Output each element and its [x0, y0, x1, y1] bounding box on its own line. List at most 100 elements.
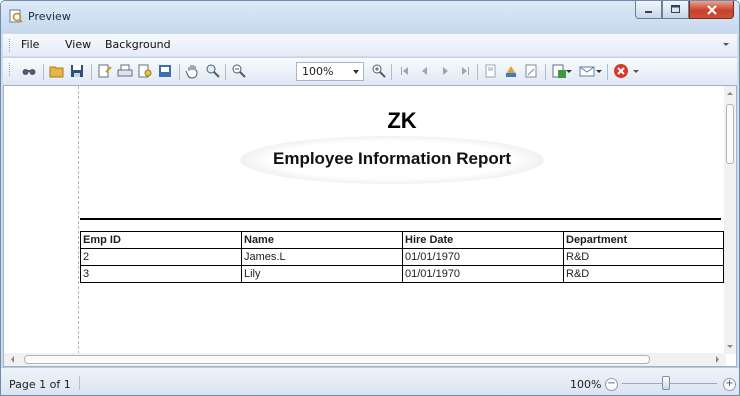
fill-background-button[interactable] [483, 63, 499, 79]
page-setup-button[interactable] [97, 63, 113, 79]
close-icon [706, 4, 717, 15]
export-dropdown[interactable] [565, 63, 573, 79]
status-zoom-value: 100% [570, 378, 602, 391]
chevron-down-icon [566, 70, 572, 73]
horizontal-scroll-thumb[interactable] [24, 355, 650, 364]
last-page-icon [462, 67, 469, 75]
column-header-name: Name [241, 231, 403, 249]
report-title: Employee Information Report [272, 149, 512, 168]
scroll-up-icon[interactable] [724, 88, 736, 98]
document-viewport[interactable]: ZK Employee Information Report Emp ID Na… [3, 85, 737, 367]
send-email-icon [579, 66, 595, 77]
menu-bar: File View Background [3, 34, 737, 56]
preview-window: Preview File View Background 100% ZK Emp… [0, 0, 740, 396]
menu-view[interactable]: View [65, 38, 91, 51]
cell-emp-id: 3 [80, 265, 242, 283]
vertical-scrollbar[interactable] [724, 86, 736, 354]
zoom-out-icon [232, 64, 246, 78]
page-indicator: Page 1 of 1 [9, 378, 71, 391]
print-icon [117, 64, 133, 77]
column-header-emp-id: Emp ID [80, 231, 242, 249]
save-button[interactable] [69, 63, 85, 79]
zoom-value: 100% [302, 65, 334, 78]
cell-hire-date: 01/01/1970 [402, 265, 564, 283]
chevron-down-icon [633, 70, 639, 73]
hand-icon [185, 65, 198, 79]
open-button[interactable] [49, 63, 65, 79]
scroll-left-icon[interactable] [7, 353, 17, 366]
close-window-button[interactable] [689, 1, 734, 19]
table-row: 2 James.L 01/01/1970 R&D [80, 248, 724, 266]
magnifier-icon [206, 64, 220, 78]
close-preview-icon [614, 64, 628, 78]
minimize-button[interactable] [635, 1, 662, 19]
print-preview-button[interactable] [137, 63, 153, 79]
zoom-out-button[interactable] [231, 63, 247, 79]
scroll-down-icon[interactable] [724, 342, 736, 352]
zoom-slider-thumb[interactable] [662, 376, 670, 390]
menu-background[interactable]: Background [105, 38, 171, 51]
next-page-button[interactable] [437, 63, 453, 79]
zoom-select[interactable]: 100% [296, 62, 364, 81]
zoom-in-button[interactable] [371, 63, 387, 79]
first-page-icon [401, 67, 408, 75]
email-dropdown[interactable] [595, 63, 603, 79]
status-separator [79, 376, 80, 390]
previous-page-button[interactable] [417, 63, 433, 79]
save-icon [71, 65, 83, 77]
watermark-icon [506, 66, 516, 77]
export-button[interactable] [157, 63, 173, 79]
maximize-button[interactable] [662, 1, 689, 19]
zoom-out-status-button[interactable]: − [605, 378, 618, 391]
preview-app-icon [9, 9, 23, 23]
cell-name: James.L [241, 248, 403, 266]
zoom-in-icon [372, 64, 386, 78]
menu-file[interactable]: File [21, 38, 39, 51]
vertical-scroll-thumb[interactable] [726, 104, 734, 164]
cell-department: R&D [563, 248, 724, 266]
watermark-button[interactable] [503, 63, 519, 79]
close-preview-button[interactable] [613, 63, 629, 79]
toolbar: 100% [3, 57, 737, 85]
magnifier-button[interactable] [205, 63, 221, 79]
cell-hire-date: 01/01/1970 [402, 248, 564, 266]
status-bar: Page 1 of 1 100% − + [1, 367, 739, 395]
table-header-row: Emp ID Name Hire Date Department [80, 231, 724, 249]
find-button[interactable] [21, 63, 37, 79]
toolbar-grip[interactable] [9, 63, 13, 76]
horizontal-scrollbar[interactable] [4, 353, 726, 366]
chevron-down-icon [353, 70, 359, 74]
fill-background-icon [485, 64, 496, 78]
export-icon [159, 65, 171, 77]
edit-page-header-icon [525, 64, 537, 78]
cell-department: R&D [563, 265, 724, 283]
title-bar: Preview [1, 1, 739, 33]
print-button[interactable] [117, 63, 133, 79]
last-page-button[interactable] [457, 63, 473, 79]
open-icon [49, 66, 64, 78]
send-email-button[interactable] [579, 63, 595, 79]
menu-grip[interactable] [9, 39, 13, 52]
first-page-button[interactable] [397, 63, 413, 79]
company-name: ZK [387, 108, 417, 133]
minimize-icon [645, 11, 652, 13]
cell-name: Lily [241, 265, 403, 283]
chevron-down-icon [596, 70, 602, 73]
maximize-icon [671, 5, 680, 13]
header-rule [80, 218, 721, 220]
print-preview-icon [138, 64, 152, 78]
toolbar-overflow-button[interactable] [631, 63, 641, 79]
column-header-department: Department [563, 231, 724, 249]
employee-table: Emp ID Name Hire Date Department 2 James… [80, 231, 724, 283]
page-margin-area [4, 86, 78, 354]
window-title: Preview [28, 10, 71, 23]
page-setup-icon [98, 64, 112, 78]
menu-overflow-icon[interactable] [723, 43, 729, 46]
scroll-right-icon[interactable] [713, 353, 723, 366]
table-row: 3 Lily 01/01/1970 R&D [80, 265, 724, 283]
cell-emp-id: 2 [80, 248, 242, 266]
hand-tool-button[interactable] [185, 63, 201, 79]
find-icon [22, 69, 36, 75]
zoom-in-status-button[interactable]: + [723, 378, 736, 391]
edit-page-header-button[interactable] [523, 63, 539, 79]
